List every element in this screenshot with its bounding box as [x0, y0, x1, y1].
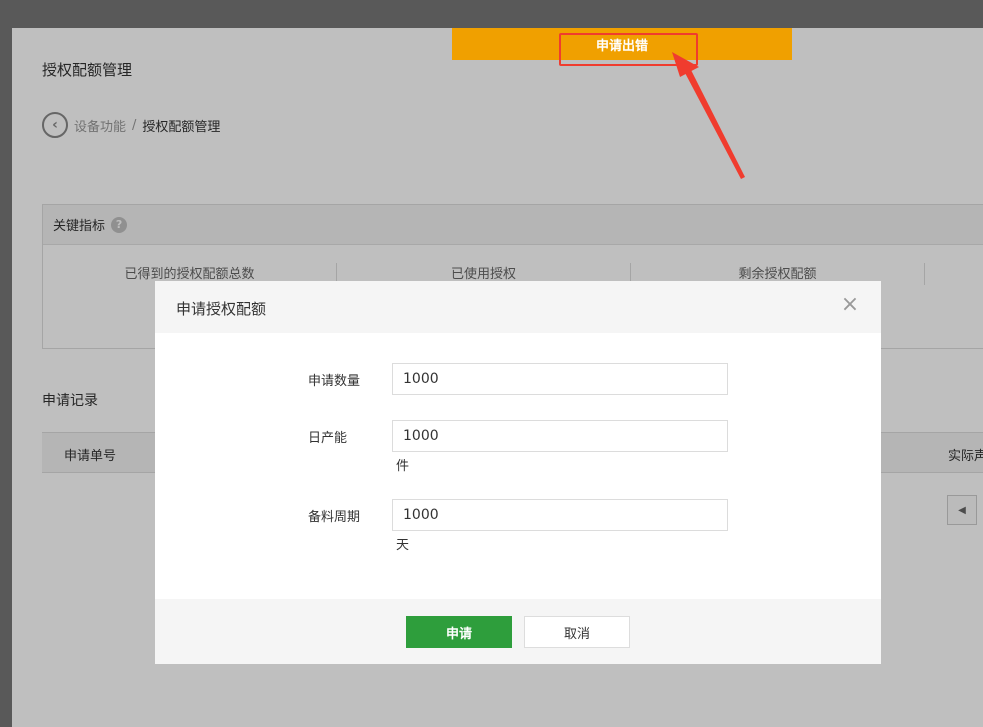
unit-label: 件 — [396, 459, 410, 474]
daily-capacity-input[interactable] — [392, 420, 728, 452]
apply-quantity-input[interactable] — [392, 363, 728, 395]
modal-footer: 申请 取消 — [155, 599, 881, 664]
apply-button[interactable]: 申请 — [406, 616, 512, 648]
apply-quota-modal: 申请授权配额 × 申请数量 日产能 件 备料周期 天 申请 取消 — [155, 281, 881, 664]
prep-cycle-input[interactable] — [392, 499, 728, 531]
field-label: 申请数量 — [308, 374, 361, 389]
modal-header: 申请授权配额 × — [155, 281, 881, 333]
field-label: 日产能 — [308, 431, 348, 446]
cancel-button[interactable]: 取消 — [524, 616, 630, 648]
annotation-arrow-shaft — [684, 68, 745, 179]
unit-label: 天 — [396, 538, 410, 553]
field-label: 备料周期 — [308, 510, 361, 525]
close-icon[interactable]: × — [839, 294, 861, 316]
modal-title: 申请授权配额 — [176, 300, 267, 318]
annotation-arrow-head — [672, 52, 699, 77]
